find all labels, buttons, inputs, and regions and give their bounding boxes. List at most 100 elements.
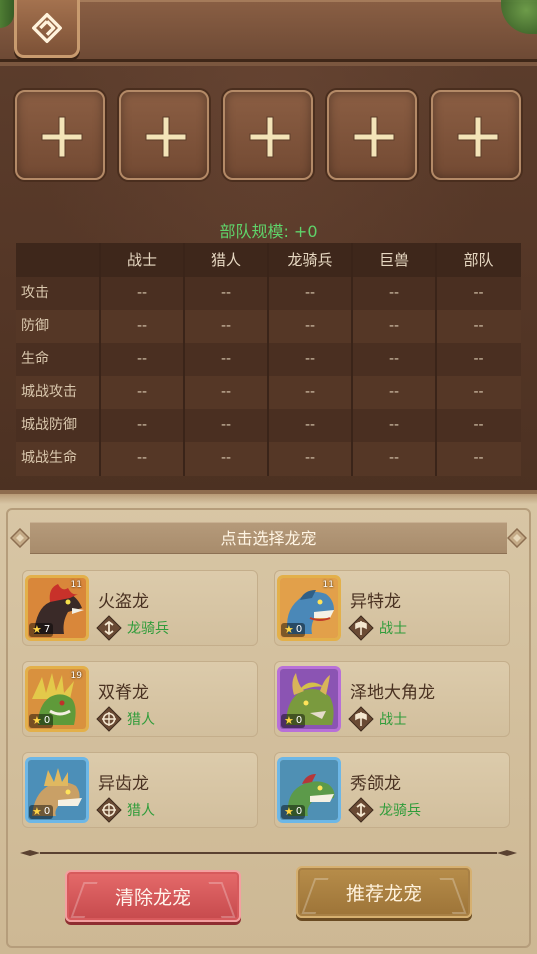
star-icon: ★ — [284, 805, 294, 818]
back-button[interactable] — [14, 0, 80, 58]
pet-card-zedidajiaolong[interactable]: ★ 0 泽地大角龙 战士 — [274, 661, 510, 737]
pet-card-yichilong[interactable]: ★ 0 异齿龙 猎人 — [22, 752, 258, 828]
pet-name: 双脊龙 — [98, 683, 149, 703]
stats-col-header: 战士 — [126, 251, 157, 269]
pet-type: 战士 — [379, 621, 407, 637]
pet-slot-3[interactable] — [223, 90, 313, 180]
pet-type: 猎人 — [127, 803, 155, 819]
stats-value: -- — [220, 285, 232, 301]
pet-slot-4[interactable] — [327, 90, 417, 180]
pet-name: 泽地大角龙 — [350, 683, 435, 703]
stats-value: -- — [304, 318, 316, 334]
stats-value: -- — [473, 285, 484, 301]
stats-value: -- — [220, 351, 232, 367]
hunter-type-icon — [96, 797, 122, 823]
hunter-type-icon — [96, 706, 122, 732]
stats-value: -- — [220, 450, 232, 466]
pet-slot-1[interactable] — [15, 90, 105, 180]
pet-portrait: 11 ★ 7 — [25, 575, 89, 641]
pet-star-badge: ★ 0 — [29, 805, 54, 819]
table-divider — [435, 243, 437, 476]
stats-value: -- — [388, 351, 400, 367]
pet-level: 19 — [70, 671, 82, 681]
ornament-divider — [20, 850, 517, 856]
stats-value: -- — [136, 384, 148, 400]
stats-row-label: 攻击 — [21, 285, 49, 301]
stats-row-label: 防御 — [21, 318, 49, 334]
stats-row-label: 城战攻击 — [21, 384, 77, 400]
table-divider — [99, 243, 101, 476]
dragoon-type-icon — [348, 797, 374, 823]
pet-type: 龙骑兵 — [379, 803, 421, 819]
star-icon: ★ — [32, 623, 42, 636]
stats-col-header: 猎人 — [210, 251, 241, 269]
stats-value: -- — [304, 351, 316, 367]
pet-name: 火盗龙 — [98, 592, 149, 612]
pet-portrait: ★ 0 — [277, 757, 341, 823]
stats-value: -- — [304, 417, 316, 433]
plus-icon — [145, 116, 187, 158]
pet-card-huodaolong[interactable]: 11 ★ 7 火盗龙 龙骑兵 — [22, 570, 258, 646]
stats-value: -- — [388, 318, 400, 334]
stats-value: -- — [388, 450, 400, 466]
pet-star-count: 7 — [43, 624, 51, 635]
pet-type: 战士 — [379, 712, 407, 728]
stats-col-header: 部队 — [463, 251, 494, 269]
back-diamond-icon — [32, 12, 62, 43]
leaf-decoration-right — [501, 0, 537, 34]
stats-value: -- — [136, 285, 148, 301]
dragoon-type-icon — [96, 615, 122, 641]
stats-value: -- — [473, 384, 484, 400]
plus-icon — [41, 116, 83, 158]
pet-slot-2[interactable] — [119, 90, 209, 180]
diamond-ornament-icon — [507, 528, 527, 548]
stats-value: -- — [136, 417, 148, 433]
stats-value: -- — [473, 417, 484, 433]
stats-value: -- — [136, 318, 148, 334]
pet-portrait: ★ 0 — [277, 666, 341, 732]
plus-icon — [353, 116, 395, 158]
pet-star-count: 0 — [43, 806, 51, 817]
pet-name: 异特龙 — [350, 592, 401, 612]
leaf-decoration-left — [0, 0, 14, 28]
pet-card-yitelong[interactable]: 11 ★ 0 异特龙 战士 — [274, 570, 510, 646]
pet-type: 猎人 — [127, 712, 155, 728]
stats-value: -- — [304, 450, 316, 466]
stats-value: -- — [473, 450, 484, 466]
stats-row-label: 城战防御 — [21, 417, 77, 433]
pet-level: 11 — [70, 580, 82, 590]
top-banner — [0, 0, 537, 66]
section-title: 点击选择龙宠 — [30, 522, 507, 554]
pet-card-shuangjilong[interactable]: 19 ★ 0 双脊龙 猎人 — [22, 661, 258, 737]
table-divider — [351, 243, 353, 476]
pet-portrait: 11 ★ 0 — [277, 575, 341, 641]
pet-star-badge: ★ 0 — [281, 623, 306, 637]
stats-value: -- — [136, 450, 148, 466]
pet-star-count: 0 — [295, 624, 303, 635]
plus-icon — [249, 116, 291, 158]
stats-value: -- — [136, 351, 148, 367]
table-divider — [183, 243, 185, 476]
stats-value: -- — [388, 417, 400, 433]
pet-star-badge: ★ 0 — [281, 805, 306, 819]
stats-row-label: 生命 — [21, 351, 49, 367]
pet-star-badge: ★ 0 — [281, 714, 306, 728]
stats-value: -- — [304, 384, 316, 400]
table-divider — [267, 243, 269, 476]
star-icon: ★ — [284, 623, 294, 636]
pet-card-xiuhanlong[interactable]: ★ 0 秀颌龙 龙骑兵 — [274, 752, 510, 828]
clear-pets-button[interactable]: 清除龙宠 — [65, 870, 241, 922]
troop-size-label: 部队规模: +0 — [219, 222, 318, 241]
stats-value: -- — [304, 285, 316, 301]
recommend-pets-button[interactable]: 推荐龙宠 — [296, 866, 472, 918]
stats-value: -- — [220, 384, 232, 400]
stats-value: -- — [388, 285, 400, 301]
pet-slot-5[interactable] — [431, 90, 521, 180]
pet-star-badge: ★ 0 — [29, 714, 54, 728]
pet-type: 龙骑兵 — [127, 621, 169, 637]
warrior-type-icon — [348, 615, 374, 641]
star-icon: ★ — [32, 805, 42, 818]
stats-value: -- — [388, 384, 400, 400]
pet-portrait: 19 ★ 0 — [25, 666, 89, 732]
pet-level: 11 — [322, 580, 334, 590]
